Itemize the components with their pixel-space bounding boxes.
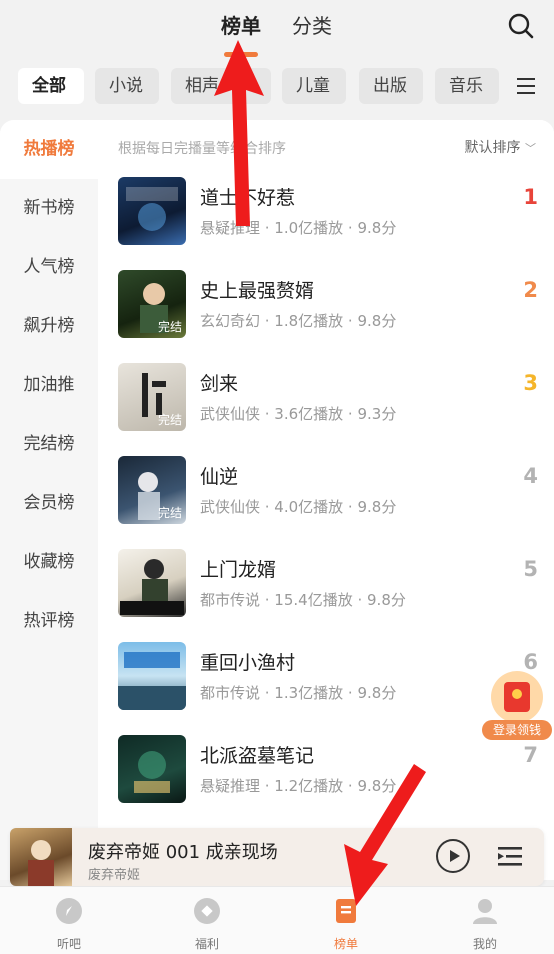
rank-number: 4 bbox=[523, 464, 538, 488]
ranking-sidebar: 热播榜 新书榜 人气榜 飙升榜 加油推 完结榜 会员榜 收藏榜 热评榜 bbox=[0, 120, 98, 880]
book-title: 仙逆 bbox=[200, 466, 239, 488]
tab-ranking[interactable]: 榜单 bbox=[221, 12, 261, 40]
sort-hint: 根据每日完播量等综合排序 bbox=[118, 141, 286, 157]
book-item[interactable]: 道士不好惹 悬疑推理 · 1.0亿播放 · 9.8分 1 bbox=[118, 177, 538, 247]
sidebar-item-rising[interactable]: 飙升榜 bbox=[0, 297, 98, 356]
nav-welfare[interactable]: 福利 bbox=[167, 897, 247, 952]
finished-badge: 完结 bbox=[157, 320, 182, 334]
menu-icon[interactable] bbox=[516, 76, 536, 96]
login-reward-float[interactable]: 登录领钱 bbox=[482, 670, 552, 742]
rank-number: 5 bbox=[523, 557, 538, 581]
book-title: 道士不好惹 bbox=[200, 187, 296, 209]
tab-category[interactable]: 分类 bbox=[292, 12, 332, 40]
book-item[interactable]: 北派盗墓笔记 悬疑推理 · 1.2亿播放 · 9.8分 7 bbox=[118, 735, 538, 805]
sidebar-item-comment[interactable]: 热评榜 bbox=[0, 592, 98, 651]
profile-icon bbox=[473, 899, 497, 924]
nav-label: 听吧 bbox=[56, 937, 81, 951]
ranking-icon bbox=[336, 899, 356, 923]
ranking-list: 根据每日完播量等综合排序 默认排序 ﹀ 道士不好惹 悬疑推理 · 1.0亿播放 … bbox=[98, 120, 554, 880]
cover-art bbox=[120, 559, 184, 615]
book-title: 重回小渔村 bbox=[200, 652, 296, 674]
nav-label: 榜单 bbox=[333, 937, 358, 951]
book-meta: 武侠仙侠 · 4.0亿播放 · 9.8分 bbox=[200, 498, 397, 516]
sort-dropdown[interactable]: 默认排序 ﹀ bbox=[465, 137, 536, 157]
nav-label: 福利 bbox=[194, 937, 219, 951]
chip-all[interactable]: 全部 bbox=[18, 68, 84, 104]
top-tabs: 榜单 分类 bbox=[0, 12, 554, 57]
sort-label: 默认排序 bbox=[464, 140, 521, 156]
book-item[interactable]: 完结 史上最强赘婿 玄幻奇幻 · 1.8亿播放 · 9.8分 2 bbox=[118, 270, 538, 340]
rank-number: 2 bbox=[523, 278, 538, 302]
sidebar-item-new[interactable]: 新书榜 bbox=[0, 179, 98, 238]
book-title: 北派盗墓笔记 bbox=[200, 745, 315, 767]
book-meta: 悬疑推理 · 1.2亿播放 · 9.8分 bbox=[200, 777, 397, 795]
book-cover: 完结 bbox=[118, 270, 186, 338]
bottom-nav: 听吧 福利 榜单 我的 bbox=[0, 886, 554, 954]
cover-art bbox=[134, 751, 170, 793]
category-chips: 全部 小说 相声 儿童 出版 音乐 bbox=[0, 68, 554, 104]
player-cover-art bbox=[28, 840, 54, 886]
rank-number: 3 bbox=[523, 371, 538, 395]
finished-badge: 完结 bbox=[157, 413, 182, 427]
book-meta: 都市传说 · 15.4亿播放 · 9.8分 bbox=[200, 591, 406, 609]
book-meta: 悬疑推理 · 1.0亿播放 · 9.8分 bbox=[200, 219, 397, 237]
sidebar-item-boost[interactable]: 加油推 bbox=[0, 356, 98, 415]
sidebar-item-finished[interactable]: 完结榜 bbox=[0, 415, 98, 474]
sidebar-item-hot[interactable]: 热播榜 bbox=[0, 120, 98, 179]
nav-label: 我的 bbox=[472, 937, 497, 951]
ranking-panel: 热播榜 新书榜 人气榜 飙升榜 加油推 完结榜 会员榜 收藏榜 热评榜 根据每日… bbox=[0, 120, 554, 880]
book-meta: 玄幻奇幻 · 1.8亿播放 · 9.8分 bbox=[200, 312, 397, 330]
player-cover bbox=[10, 828, 72, 886]
nav-mine[interactable]: 我的 bbox=[445, 897, 525, 952]
book-item[interactable]: 上门龙婿 都市传说 · 15.4亿播放 · 9.8分 5 bbox=[118, 549, 538, 619]
finished-badge: 完结 bbox=[157, 506, 182, 520]
nav-listen[interactable]: 听吧 bbox=[29, 897, 109, 952]
book-cover bbox=[118, 177, 186, 245]
chip-crosstalk[interactable]: 相声 bbox=[171, 68, 271, 104]
chip-music[interactable]: 音乐 bbox=[435, 68, 499, 104]
book-cover bbox=[118, 735, 186, 803]
compass-icon bbox=[56, 898, 82, 924]
nav-ranking[interactable]: 榜单 bbox=[306, 897, 386, 952]
play-button[interactable] bbox=[436, 839, 470, 873]
gift-icon bbox=[194, 898, 220, 924]
book-meta: 都市传说 · 1.3亿播放 · 9.8分 bbox=[200, 684, 397, 702]
sidebar-item-member[interactable]: 会员榜 bbox=[0, 474, 98, 533]
login-reward-label: 登录领钱 bbox=[482, 720, 552, 740]
mini-player[interactable]: 废弃帝姬 001 成亲现场 废弃帝姬 bbox=[10, 828, 544, 886]
book-title: 史上最强赘婿 bbox=[200, 280, 315, 302]
book-cover: 完结 bbox=[118, 456, 186, 524]
book-title: 剑来 bbox=[200, 373, 239, 395]
book-item[interactable]: 重回小渔村 都市传说 · 1.3亿播放 · 9.8分 6 bbox=[118, 642, 538, 712]
cover-art bbox=[118, 652, 186, 710]
book-cover: 完结 bbox=[118, 363, 186, 431]
search-icon[interactable] bbox=[507, 12, 535, 40]
book-meta: 武侠仙侠 · 3.6亿播放 · 9.3分 bbox=[200, 405, 397, 423]
chip-children[interactable]: 儿童 bbox=[282, 68, 346, 104]
sidebar-item-popular[interactable]: 人气榜 bbox=[0, 238, 98, 297]
book-cover bbox=[118, 549, 186, 617]
player-subtitle: 废弃帝姬 bbox=[88, 868, 141, 883]
active-tab-indicator bbox=[224, 52, 258, 57]
play-icon bbox=[450, 850, 460, 862]
red-envelope-icon bbox=[491, 671, 543, 723]
book-item[interactable]: 完结 仙逆 武侠仙侠 · 4.0亿播放 · 9.8分 4 bbox=[118, 456, 538, 526]
chevron-down-icon: ﹀ bbox=[525, 142, 536, 155]
sidebar-item-favorite[interactable]: 收藏榜 bbox=[0, 533, 98, 592]
book-title: 上门龙婿 bbox=[200, 559, 277, 581]
playlist-icon[interactable] bbox=[496, 842, 524, 870]
rank-number: 1 bbox=[523, 185, 538, 209]
top-header: 榜单 分类 全部 小说 相声 儿童 出版 音乐 bbox=[0, 0, 554, 120]
book-cover bbox=[118, 642, 186, 710]
rank-number: 7 bbox=[523, 743, 538, 767]
chip-publish[interactable]: 出版 bbox=[359, 68, 423, 104]
player-title: 废弃帝姬 001 成亲现场 bbox=[88, 842, 278, 863]
book-item[interactable]: 完结 剑来 武侠仙侠 · 3.6亿播放 · 9.3分 3 bbox=[118, 363, 538, 433]
chip-novel[interactable]: 小说 bbox=[95, 68, 159, 104]
cover-art bbox=[126, 187, 178, 231]
